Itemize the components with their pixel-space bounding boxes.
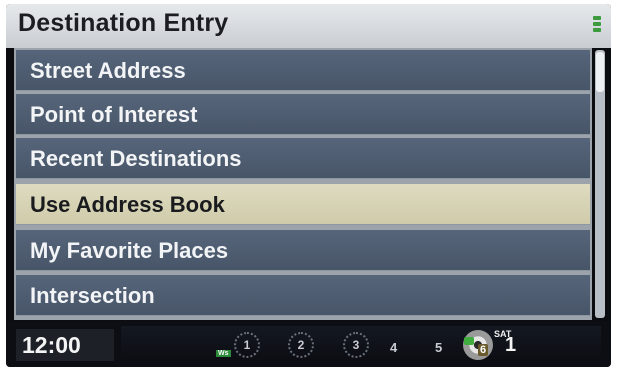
preset-1-button[interactable]: 1 — [234, 332, 260, 358]
menu-item-label: Street Address — [30, 58, 186, 83]
scrollbar[interactable] — [595, 50, 605, 318]
menu-item-intersection[interactable]: Intersection — [16, 275, 590, 316]
header-bar: Destination Entry — [6, 4, 611, 48]
page-title: Destination Entry — [18, 9, 229, 37]
destination-menu: Street Address Point of Interest Recent … — [14, 48, 592, 320]
menu-item-label: Intersection — [30, 283, 155, 308]
preset-2-button[interactable]: 2 — [288, 332, 314, 358]
scrollbar-thumb[interactable] — [596, 52, 604, 92]
menu-item-point-of-interest[interactable]: Point of Interest — [16, 94, 590, 135]
menu-item-use-address-book[interactable]: Use Address Book — [16, 184, 590, 225]
menu-item-label: Use Address Book — [30, 192, 225, 217]
disc-indicator-icon — [464, 337, 474, 345]
signal-strength-icon — [593, 16, 601, 36]
menu-item-recent-destinations[interactable]: Recent Destinations — [16, 138, 590, 179]
nav-screen: Destination Entry Street Address Point o… — [6, 4, 611, 367]
clock: 12:00 — [16, 329, 114, 361]
sat-channel: 1 — [505, 334, 517, 356]
disc-icon[interactable]: 6 — [463, 330, 493, 360]
status-bar: 12:00 Ws 1 2 3 4 5 6 SAT 1 — [6, 321, 611, 367]
menu-item-label: Recent Destinations — [30, 146, 242, 171]
menu-item-label: My Favorite Places — [30, 238, 229, 263]
active-preset-number: 6 — [478, 344, 489, 356]
ws-badge: Ws — [216, 350, 231, 357]
radio-preset-strip: Ws 1 2 3 4 5 6 SAT 1 — [121, 326, 601, 362]
preset-3-button[interactable]: 3 — [343, 332, 369, 358]
menu-item-my-favorite-places[interactable]: My Favorite Places — [16, 230, 590, 271]
menu-item-label: Point of Interest — [30, 102, 198, 127]
preset-5-button[interactable]: 5 — [435, 340, 442, 355]
menu-item-street-address[interactable]: Street Address — [16, 50, 590, 91]
preset-4-button[interactable]: 4 — [390, 340, 397, 355]
